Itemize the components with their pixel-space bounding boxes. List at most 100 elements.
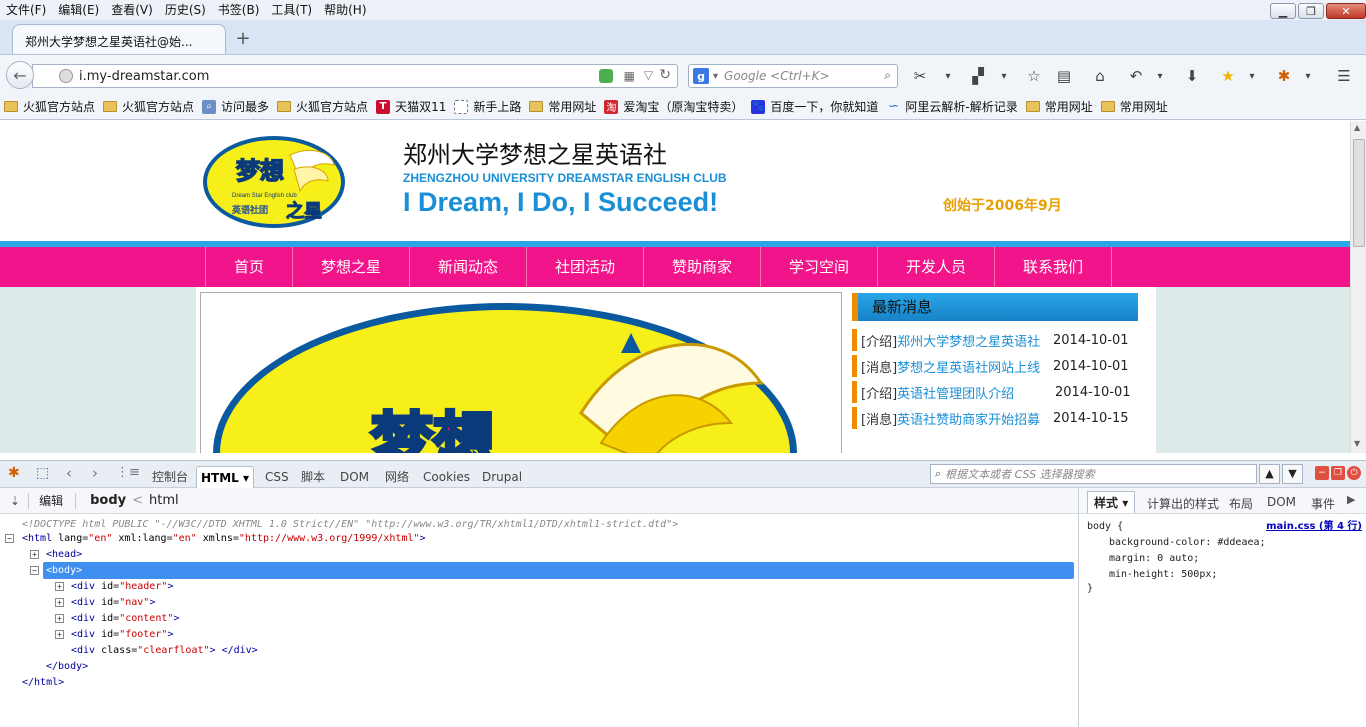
devtools-search-input[interactable]: ⌕ 根据文本或者 CSS 选择器搜索 — [930, 464, 1257, 484]
forward-arrow-icon[interactable]: › — [92, 464, 98, 482]
news-item[interactable]: [消息] 英语社赞助商家开始招募 2014-10-15 — [852, 407, 1152, 429]
home-icon[interactable]: ⌂ — [1090, 67, 1110, 85]
bookmark-item[interactable]: 常用网址 — [529, 98, 596, 115]
menu-history[interactable]: 历史(S) — [159, 0, 212, 20]
div-clearfloat-node[interactable]: <div class="clearfloat"> </div> — [71, 643, 258, 658]
bookmark-item[interactable]: ⌕ 访问最多 — [202, 98, 269, 115]
bookmark-star-icon[interactable]: ☆ — [1024, 67, 1044, 85]
dropdown-arrow-icon[interactable]: ▾ — [1298, 67, 1318, 85]
chevron-right-icon[interactable]: ▶ — [1347, 493, 1355, 506]
bookmark-item[interactable]: 火狐官方站点 — [4, 98, 95, 115]
tab-side-dom[interactable]: DOM — [1267, 495, 1296, 509]
tab-css[interactable]: CSS — [261, 466, 293, 488]
breadcrumb-body[interactable]: body — [90, 493, 126, 508]
nav-activities[interactable]: 社团活动 — [527, 247, 644, 287]
reading-list-icon[interactable]: ▤ — [1054, 67, 1074, 85]
bookmark-item[interactable]: 🐾 百度一下，你就知道 — [751, 98, 878, 115]
menu-tools[interactable]: 工具(T) — [265, 0, 318, 20]
div-content-node[interactable]: <div id="content"> — [71, 611, 179, 626]
qr-icon[interactable]: ▦ — [624, 69, 635, 83]
css-source-link[interactable]: main.css (第 4 行) — [1266, 519, 1362, 534]
close-icon[interactable]: ⏻ — [1347, 466, 1361, 480]
firebug-icon[interactable]: ✱ — [1274, 67, 1294, 85]
break-icon[interactable]: ⇣ — [10, 494, 20, 508]
bookmark-item[interactable]: ∽ 阿里云解析-解析记录 — [886, 98, 1018, 115]
restore-button[interactable]: ❐ — [1298, 3, 1324, 19]
tab-cookies[interactable]: Cookies — [419, 466, 474, 488]
nav-news[interactable]: 新闻动态 — [410, 247, 527, 287]
banner-image[interactable]: 梦想 — [200, 292, 842, 453]
nav-developers[interactable]: 开发人员 — [878, 247, 995, 287]
collapse-toggle[interactable]: − — [30, 566, 39, 575]
collapse-toggle[interactable]: − — [5, 534, 14, 543]
menu-bookmarks[interactable]: 书签(B) — [212, 0, 266, 20]
tab-script[interactable]: 脚本 — [297, 466, 329, 488]
nav-contact[interactable]: 联系我们 — [995, 247, 1112, 287]
step-icon[interactable]: ⋮≡ — [116, 465, 140, 480]
tab-layout[interactable]: 布局 — [1229, 495, 1253, 512]
css-rule[interactable]: background-color: #ddeaea; — [1109, 535, 1266, 550]
scroll-down-icon[interactable]: ▼ — [1354, 439, 1360, 448]
bookmark-item[interactable]: 常用网址 — [1100, 98, 1168, 115]
bookmark-item[interactable]: T 天猫双11 — [376, 98, 446, 115]
css-rule[interactable]: min-height: 500px; — [1109, 567, 1217, 582]
reload-icon[interactable]: ↻ — [659, 67, 671, 83]
new-tab-button[interactable]: + — [232, 28, 254, 50]
bookmark-item[interactable]: 火狐官方站点 — [277, 98, 368, 115]
search-next-icon[interactable]: ▼ — [1282, 464, 1303, 484]
news-item[interactable]: [介绍] 英语社管理团队介绍 2014-10-01 — [852, 381, 1152, 403]
css-rule[interactable]: margin: 0 auto; — [1109, 551, 1199, 566]
edit-button[interactable]: 编辑 — [39, 492, 63, 509]
club-logo[interactable]: 梦想 Dream Star English club 英语社团 之星 — [202, 135, 347, 230]
addons-icon[interactable]: ▞ — [968, 67, 988, 85]
tab-style[interactable]: 样式 ▾ — [1087, 491, 1136, 513]
expand-toggle[interactable]: + — [55, 630, 64, 639]
bookmark-item[interactable]: 常用网址 — [1025, 98, 1093, 115]
inspect-icon[interactable]: ⬚ — [36, 465, 49, 481]
menu-help[interactable]: 帮助(H) — [318, 0, 372, 20]
bookmark-item[interactable]: 新手上路 — [454, 98, 521, 115]
tab-computed[interactable]: 计算出的样式 — [1147, 495, 1219, 512]
news-item[interactable]: [介绍] 郑州大学梦想之星英语社 2014-10-01 — [852, 329, 1152, 351]
scroll-thumb[interactable] — [1353, 139, 1365, 247]
div-footer-node[interactable]: <div id="footer"> — [71, 627, 173, 642]
breadcrumb-html[interactable]: html — [149, 493, 179, 508]
search-bar[interactable]: g ▾ Google <Ctrl+K> ⌕ — [688, 64, 898, 88]
news-link[interactable]: 梦想之星英语社网站上线 — [897, 357, 1040, 376]
tab-console[interactable]: 控制台 — [148, 466, 192, 488]
news-link[interactable]: 英语社赞助商家开始招募 — [897, 409, 1040, 428]
nav-home[interactable]: 首页 — [206, 247, 293, 287]
tab-html[interactable]: HTML ▾ — [196, 466, 255, 488]
detach-icon[interactable]: ❐ — [1331, 466, 1345, 480]
close-window-button[interactable]: ✕ — [1326, 3, 1366, 19]
nav-study[interactable]: 学习空间 — [761, 247, 878, 287]
browser-tab[interactable]: 郑州大学梦想之星英语社@始... — [12, 24, 226, 54]
dropdown-arrow-icon[interactable]: ▾ — [938, 67, 958, 85]
back-button[interactable]: ← — [6, 61, 34, 89]
tab-net[interactable]: 网络 — [381, 466, 413, 488]
div-header-node[interactable]: <div id="header"> — [71, 579, 173, 594]
menu-file[interactable]: 文件(F) — [0, 0, 52, 20]
screenshot-icon[interactable]: ✂ — [910, 67, 930, 85]
minimize-button[interactable]: ▁ — [1270, 3, 1296, 19]
dropdown-icon[interactable]: ▽ — [644, 68, 653, 82]
bookmark-item[interactable]: 火狐官方站点 — [103, 98, 194, 115]
nav-sponsors[interactable]: 赞助商家 — [644, 247, 761, 287]
nav-dreamstar[interactable]: 梦想之星 — [293, 247, 410, 287]
favorites-icon[interactable]: ★ — [1218, 67, 1238, 85]
head-node[interactable]: <head> — [46, 547, 82, 562]
tab-events[interactable]: 事件 — [1311, 495, 1335, 512]
expand-toggle[interactable]: + — [55, 582, 64, 591]
expand-toggle[interactable]: + — [55, 598, 64, 607]
expand-toggle[interactable]: + — [30, 550, 39, 559]
download-icon[interactable]: ⬇ — [1182, 67, 1202, 85]
firebug-icon[interactable]: ✱ — [8, 465, 20, 481]
dropdown-arrow-icon[interactable]: ▾ — [994, 67, 1014, 85]
scroll-up-icon[interactable]: ▲ — [1354, 123, 1360, 132]
dropdown-arrow-icon[interactable]: ▾ — [1150, 67, 1170, 85]
body-node[interactable]: <body> — [46, 563, 82, 578]
menu-view[interactable]: 查看(V) — [105, 0, 159, 20]
search-prev-icon[interactable]: ▲ — [1259, 464, 1280, 484]
news-item[interactable]: [消息] 梦想之星英语社网站上线 2014-10-01 — [852, 355, 1152, 377]
menu-edit[interactable]: 编辑(E) — [52, 0, 105, 20]
